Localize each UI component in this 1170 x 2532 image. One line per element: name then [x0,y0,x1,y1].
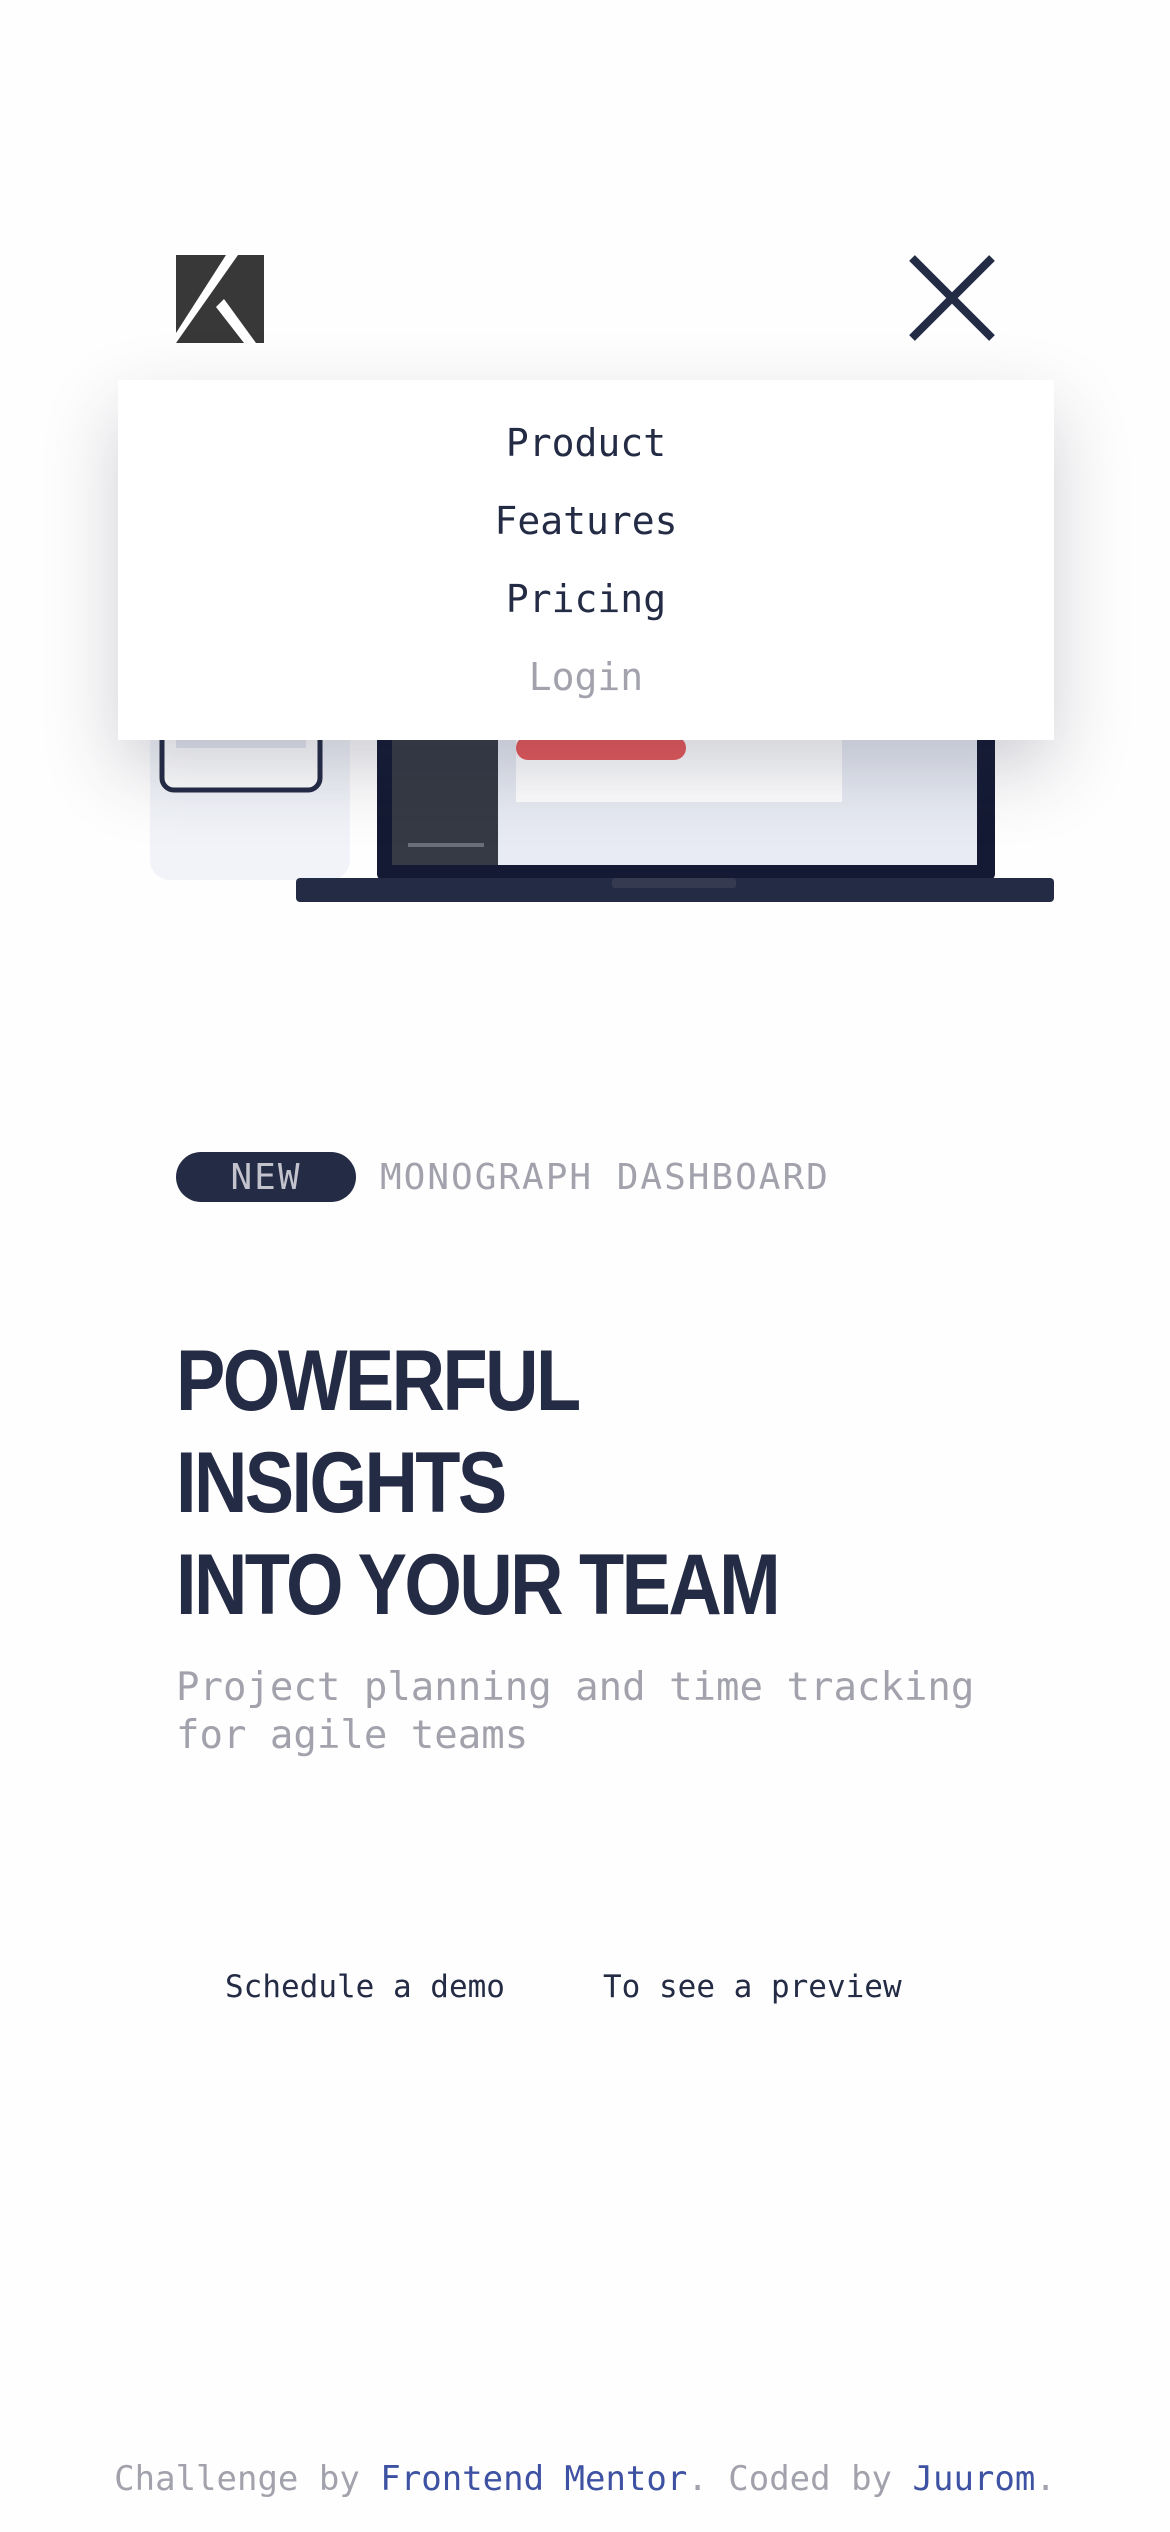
new-badge: NEW [176,1152,356,1202]
announcement-row: NEW MONOGRAPH DASHBOARD [176,1152,830,1202]
nav-item-pricing[interactable]: Pricing [506,560,666,638]
nav-item-features[interactable]: Features [494,482,677,560]
attribution-prefix: Challenge by [114,2459,381,2499]
close-icon [909,255,995,341]
hero-subtitle: Project planning and time tracking for a… [176,1665,975,1758]
nav-item-login[interactable]: Login [529,638,643,716]
hero-title: POWERFUL INSIGHTS INTO YOUR TEAM [176,1330,916,1636]
frontend-mentor-link[interactable]: Frontend Mentor [380,2459,687,2499]
hero-title-line-1: POWERFUL INSIGHTS [176,1333,580,1531]
attribution-middle: . Coded by [687,2459,913,2499]
nav-dropdown-menu: Product Features Pricing Login [118,380,1054,740]
author-link[interactable]: Juurom [913,2459,1036,2499]
cta-row: Schedule a demo To see a preview [0,1962,1170,2012]
monograph-logo-icon[interactable] [176,255,264,343]
schedule-demo-button[interactable]: Schedule a demo [225,1962,505,2012]
see-preview-button[interactable]: To see a preview [603,1962,902,2012]
attribution-suffix: . [1035,2459,1056,2499]
attribution: Challenge by Frontend Mentor. Coded by J… [0,2454,1170,2504]
close-menu-button[interactable] [906,252,998,344]
hero-title-line-2: INTO YOUR TEAM [176,1537,781,1633]
nav-item-product[interactable]: Product [506,404,666,482]
badge-label: MONOGRAPH DASHBOARD [380,1156,830,1198]
